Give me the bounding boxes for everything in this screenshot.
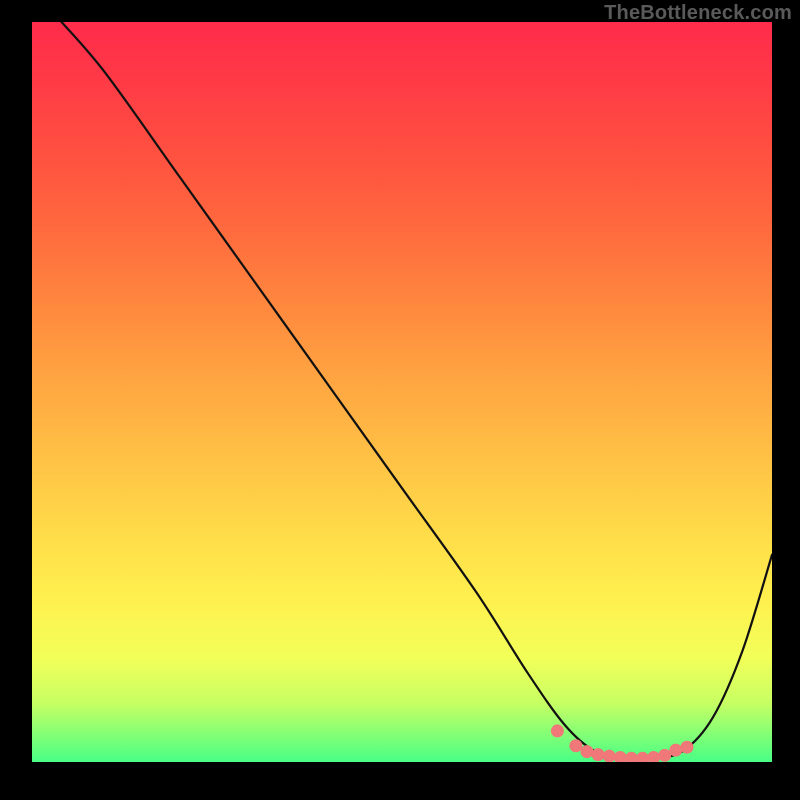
chart-canvas: TheBottleneck.com — [0, 0, 800, 800]
optimal-marker — [569, 739, 582, 752]
optimal-marker — [636, 752, 649, 762]
optimal-marker — [592, 748, 605, 761]
optimal-marker — [669, 744, 682, 757]
bottleneck-curve — [62, 22, 772, 759]
optimal-marker — [614, 751, 627, 762]
optimal-marker — [551, 724, 564, 737]
optimal-marker — [603, 750, 616, 762]
optimal-marker — [680, 741, 693, 754]
optimal-marker — [658, 749, 671, 762]
plot-area — [32, 22, 772, 762]
optimal-marker — [647, 751, 660, 762]
optimal-marker — [581, 745, 594, 758]
optimal-marker — [625, 752, 638, 762]
curve-layer — [32, 22, 772, 762]
